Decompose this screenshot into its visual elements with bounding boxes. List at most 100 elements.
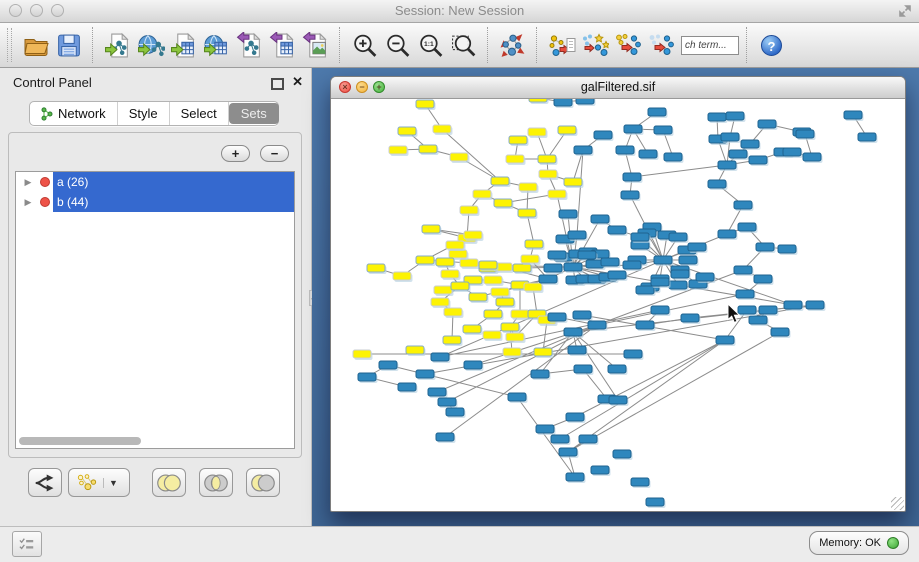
tab-select[interactable]: Select: [170, 102, 229, 125]
remove-set-button[interactable]: −: [260, 145, 289, 162]
graph-node[interactable]: [578, 251, 596, 259]
graph-edge[interactable]: [632, 165, 727, 177]
graph-node[interactable]: [554, 99, 572, 106]
graph-node[interactable]: [398, 127, 416, 135]
graph-node[interactable]: [696, 273, 714, 281]
graph-node[interactable]: [551, 435, 569, 443]
graph-node[interactable]: [803, 153, 821, 161]
graph-node[interactable]: [419, 145, 437, 153]
graph-node[interactable]: [521, 255, 539, 263]
graph-node[interactable]: [519, 183, 537, 191]
graph-node[interactable]: [564, 178, 582, 186]
graph-node[interactable]: [594, 131, 612, 139]
graph-node[interactable]: [726, 112, 744, 120]
graph-node[interactable]: [588, 321, 606, 329]
import-table-url-button[interactable]: [200, 26, 233, 64]
graph-node[interactable]: [679, 256, 697, 264]
graph-edge[interactable]: [577, 150, 583, 235]
graph-node[interactable]: [631, 233, 649, 241]
graph-node[interactable]: [433, 125, 451, 133]
minimize-window-icon[interactable]: [30, 4, 43, 17]
zoom-window-icon[interactable]: [51, 4, 64, 17]
graph-node[interactable]: [729, 150, 747, 158]
graph-node[interactable]: [451, 282, 469, 290]
graph-node[interactable]: [778, 245, 796, 253]
graph-node[interactable]: [473, 190, 491, 198]
graph-node[interactable]: [574, 146, 592, 154]
graph-node[interactable]: [539, 170, 557, 178]
graph-node[interactable]: [367, 264, 385, 272]
graph-node[interactable]: [621, 191, 639, 199]
graph-node[interactable]: [591, 466, 609, 474]
graph-node[interactable]: [648, 108, 666, 116]
graph-node[interactable]: [484, 276, 502, 284]
search-input[interactable]: [681, 36, 739, 55]
network-canvas[interactable]: [331, 99, 905, 511]
graph-node[interactable]: [525, 240, 543, 248]
graph-node[interactable]: [441, 270, 459, 278]
graph-node[interactable]: [756, 243, 774, 251]
graph-node[interactable]: [484, 310, 502, 318]
graph-node[interactable]: [544, 264, 562, 272]
export-image-button[interactable]: [299, 26, 332, 64]
graph-node[interactable]: [688, 243, 706, 251]
add-set-button[interactable]: +: [221, 145, 250, 162]
graph-node[interactable]: [749, 156, 767, 164]
group-nodes-button[interactable]: ▼: [68, 468, 130, 497]
graph-node[interactable]: [416, 370, 434, 378]
graph-node[interactable]: [741, 140, 759, 148]
graph-node[interactable]: [503, 348, 521, 356]
graph-node[interactable]: [479, 261, 497, 269]
graph-node[interactable]: [416, 100, 434, 108]
export-network-button[interactable]: [233, 26, 266, 64]
graph-node[interactable]: [749, 316, 767, 324]
graph-node[interactable]: [721, 133, 739, 141]
graph-node[interactable]: [671, 270, 689, 278]
venn-intersection-button[interactable]: [199, 468, 233, 497]
graph-node[interactable]: [434, 286, 452, 294]
graph-node[interactable]: [548, 313, 566, 321]
graph-node[interactable]: [422, 225, 440, 233]
zoom-in-button[interactable]: [348, 26, 381, 64]
graph-node[interactable]: [464, 231, 482, 239]
graph-node[interactable]: [398, 383, 416, 391]
graph-node[interactable]: [483, 331, 501, 339]
graph-node[interactable]: [450, 153, 468, 161]
graph-node[interactable]: [806, 301, 824, 309]
graph-node[interactable]: [531, 370, 549, 378]
graph-node[interactable]: [559, 448, 577, 456]
graph-node[interactable]: [508, 393, 526, 401]
graph-node[interactable]: [509, 136, 527, 144]
graph-node[interactable]: [548, 251, 566, 259]
graph-node[interactable]: [566, 473, 584, 481]
graph-node[interactable]: [460, 259, 478, 267]
graph-node[interactable]: [616, 146, 634, 154]
graph-node[interactable]: [623, 261, 641, 269]
float-panel-icon[interactable]: [271, 78, 284, 90]
graph-node[interactable]: [358, 373, 376, 381]
toolbar-drag-handle[interactable]: [7, 28, 12, 62]
graph-node[interactable]: [623, 173, 641, 181]
close-window-icon[interactable]: [9, 4, 22, 17]
graph-node[interactable]: [436, 258, 454, 266]
graph-node[interactable]: [464, 361, 482, 369]
export-table-button[interactable]: [266, 26, 299, 64]
graph-node[interactable]: [518, 209, 536, 217]
graph-node[interactable]: [796, 130, 814, 138]
venn-union-button[interactable]: [152, 468, 186, 497]
maximize-view-icon[interactable]: +: [373, 81, 385, 93]
zoom-selected-button[interactable]: [447, 26, 480, 64]
graph-node[interactable]: [431, 298, 449, 306]
graph-node[interactable]: [491, 288, 509, 296]
graph-node[interactable]: [496, 298, 514, 306]
import-table-button[interactable]: [167, 26, 200, 64]
tab-network[interactable]: Network: [30, 102, 118, 125]
graph-node[interactable]: [654, 126, 672, 134]
tasks-button[interactable]: [12, 531, 42, 557]
graph-node[interactable]: [428, 388, 446, 396]
graph-node[interactable]: [506, 155, 524, 163]
graph-node[interactable]: [513, 264, 531, 272]
graph-node[interactable]: [624, 350, 642, 358]
tab-style[interactable]: Style: [118, 102, 170, 125]
graph-node[interactable]: [708, 113, 726, 121]
